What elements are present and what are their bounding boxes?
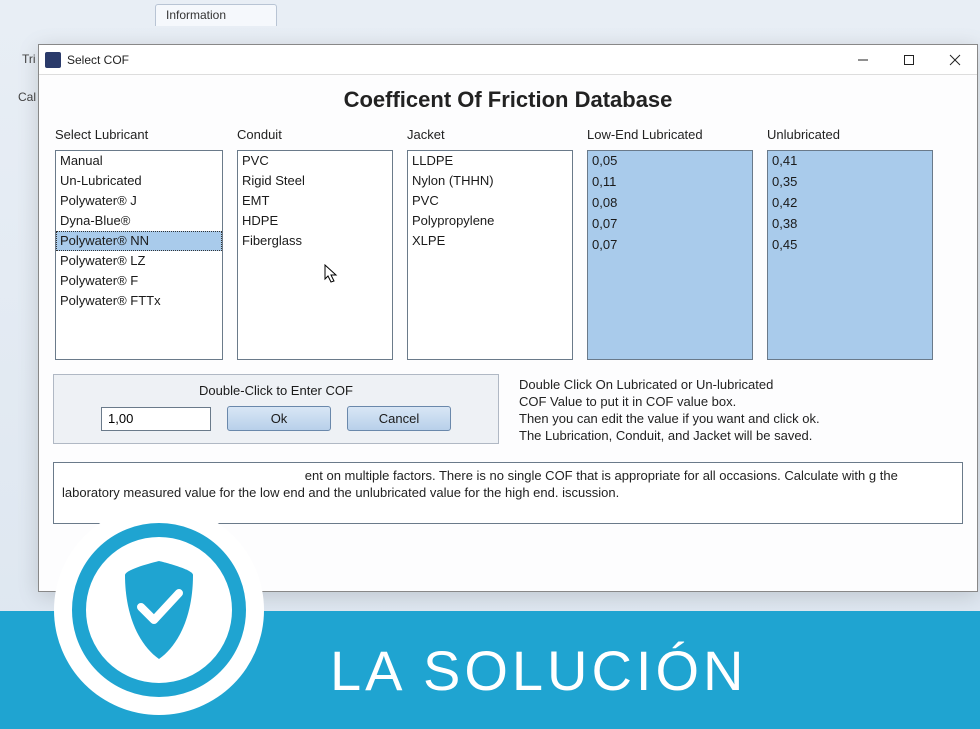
instructions-line: Then you can edit the value if you want … <box>519 410 820 427</box>
minimize-icon <box>857 54 869 66</box>
list-item[interactable]: Fiberglass <box>238 231 392 251</box>
shield-ring <box>72 523 246 697</box>
minimize-button[interactable] <box>839 45 885 74</box>
header-jacket: Jacket <box>407 127 573 142</box>
titlebar: Select COF <box>39 45 977 75</box>
app-icon <box>45 52 61 68</box>
list-item[interactable]: Polywater® F <box>56 271 222 291</box>
window-controls <box>839 45 977 74</box>
close-icon <box>949 54 961 66</box>
shield-badge <box>54 505 264 715</box>
cof-entry-panel: Double-Click to Enter COF Ok Cancel <box>53 374 499 444</box>
list-item[interactable]: Un-Lubricated <box>56 171 222 191</box>
shield-check-icon <box>111 555 207 665</box>
list-item[interactable]: 0,38 <box>768 214 932 235</box>
list-item[interactable]: 0,05 <box>588 151 752 172</box>
list-item[interactable]: Polywater® NN <box>56 231 222 251</box>
bottom-row: Double-Click to Enter COF Ok Cancel Doub… <box>53 374 963 444</box>
page-title: Coefficent Of Friction Database <box>53 87 963 113</box>
list-item[interactable]: Rigid Steel <box>238 171 392 191</box>
list-item[interactable]: 0,42 <box>768 193 932 214</box>
list-item[interactable]: Polywater® LZ <box>56 251 222 271</box>
list-item[interactable]: Manual <box>56 151 222 171</box>
lubricant-listbox[interactable]: ManualUn-LubricatedPolywater® JDyna-Blue… <box>55 150 223 360</box>
listboxes-row: ManualUn-LubricatedPolywater® JDyna-Blue… <box>53 150 963 360</box>
maximize-icon <box>903 54 915 66</box>
list-item[interactable]: 0,11 <box>588 172 752 193</box>
info-text: ent on multiple factors. There is no sin… <box>62 468 898 500</box>
list-item[interactable]: Polywater® J <box>56 191 222 211</box>
background-tab: Information <box>155 4 277 26</box>
list-item[interactable]: LLDPE <box>408 151 572 171</box>
banner-text: LA SOLUCIÓN <box>330 638 747 703</box>
list-item[interactable]: PVC <box>408 191 572 211</box>
list-item[interactable]: 0,35 <box>768 172 932 193</box>
lowend-listbox[interactable]: 0,050,110,080,070,07 <box>587 150 753 360</box>
list-item[interactable]: HDPE <box>238 211 392 231</box>
list-item[interactable]: 0,45 <box>768 235 932 256</box>
window-title: Select COF <box>67 53 129 67</box>
list-item[interactable]: Nylon (THHN) <box>408 171 572 191</box>
column-headers: Select Lubricant Conduit Jacket Low-End … <box>53 127 963 142</box>
list-item[interactable]: EMT <box>238 191 392 211</box>
list-item[interactable]: 0,41 <box>768 151 932 172</box>
cof-panel-label: Double-Click to Enter COF <box>68 383 484 398</box>
header-unlubricated: Unlubricated <box>767 127 933 142</box>
instructions-line: COF Value to put it in COF value box. <box>519 393 820 410</box>
header-lubricant: Select Lubricant <box>55 127 223 142</box>
conduit-listbox[interactable]: PVCRigid SteelEMTHDPEFiberglass <box>237 150 393 360</box>
instructions-text: Double Click On Lubricated or Un-lubrica… <box>519 374 820 444</box>
list-item[interactable]: PVC <box>238 151 392 171</box>
maximize-button[interactable] <box>885 45 931 74</box>
header-conduit: Conduit <box>237 127 393 142</box>
jacket-listbox[interactable]: LLDPENylon (THHN)PVCPolypropyleneXLPE <box>407 150 573 360</box>
ok-button[interactable]: Ok <box>227 406 331 431</box>
cof-value-input[interactable] <box>101 407 211 431</box>
background-cal: Cal <box>18 90 36 104</box>
cancel-button[interactable]: Cancel <box>347 406 451 431</box>
list-item[interactable]: 0,07 <box>588 214 752 235</box>
list-item[interactable]: Dyna-Blue® <box>56 211 222 231</box>
header-lowend: Low-End Lubricated <box>587 127 753 142</box>
instructions-line: Double Click On Lubricated or Un-lubrica… <box>519 376 820 393</box>
close-button[interactable] <box>931 45 977 74</box>
list-item[interactable]: Polypropylene <box>408 211 572 231</box>
instructions-line: The Lubrication, Conduit, and Jacket wil… <box>519 427 820 444</box>
list-item[interactable]: Polywater® FTTx <box>56 291 222 311</box>
unlubricated-listbox[interactable]: 0,410,350,420,380,45 <box>767 150 933 360</box>
list-item[interactable]: XLPE <box>408 231 572 251</box>
list-item[interactable]: 0,07 <box>588 235 752 256</box>
list-item[interactable]: 0,08 <box>588 193 752 214</box>
